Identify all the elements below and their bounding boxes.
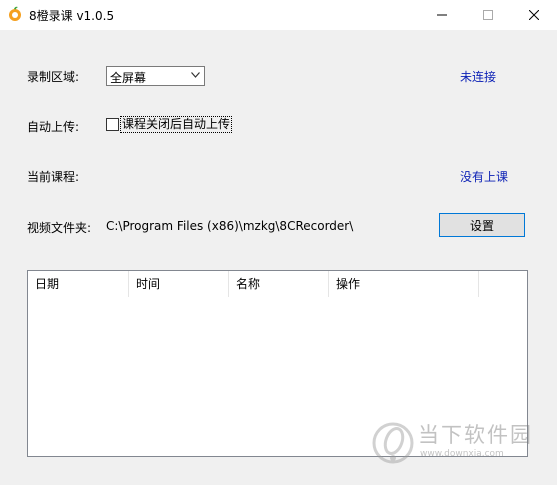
column-header-date[interactable]: 日期 xyxy=(28,271,129,297)
connection-status-link[interactable]: 未连接 xyxy=(460,68,496,85)
auto-upload-checkbox[interactable] xyxy=(106,118,119,131)
record-area-value: 全屏幕 xyxy=(110,71,147,85)
auto-upload-label: 自动上传: xyxy=(27,120,80,134)
video-folder-path: C:\Program Files (x86)\mzkg\8CRecorder\ xyxy=(106,219,354,233)
watermark-logo-icon xyxy=(372,422,414,464)
chevron-down-icon xyxy=(191,72,200,78)
maximize-button[interactable] xyxy=(465,0,511,30)
watermark-url: www.downxia.com xyxy=(420,449,504,459)
maximize-icon xyxy=(483,10,493,20)
column-header-action[interactable]: 操作 xyxy=(329,271,479,297)
watermark-title: 当下软件园 xyxy=(418,423,533,447)
settings-button-label: 设置 xyxy=(469,218,494,233)
app-logo-icon xyxy=(9,6,21,21)
current-course-label: 当前课程: xyxy=(27,170,80,184)
title-bar: 8橙录课 v1.0.5 xyxy=(0,0,557,30)
close-icon xyxy=(529,10,539,20)
record-area-label: 录制区域: xyxy=(27,70,80,84)
video-folder-label: 视频文件夹: xyxy=(27,221,92,235)
auto-upload-option-label[interactable]: 课程关闭后自动上传 xyxy=(120,116,233,133)
close-button[interactable] xyxy=(511,0,557,30)
minimize-button[interactable] xyxy=(419,0,465,30)
settings-button[interactable]: 设置 xyxy=(439,213,525,237)
column-header-time[interactable]: 时间 xyxy=(129,271,229,297)
watermark: 当下软件园 www.downxia.com xyxy=(372,417,542,467)
minimize-icon xyxy=(437,14,447,16)
window-title: 8橙录课 v1.0.5 xyxy=(29,9,115,23)
column-header-name[interactable]: 名称 xyxy=(229,271,329,297)
record-area-select[interactable]: 全屏幕 xyxy=(106,66,205,86)
course-status-link[interactable]: 没有上课 xyxy=(460,168,508,185)
